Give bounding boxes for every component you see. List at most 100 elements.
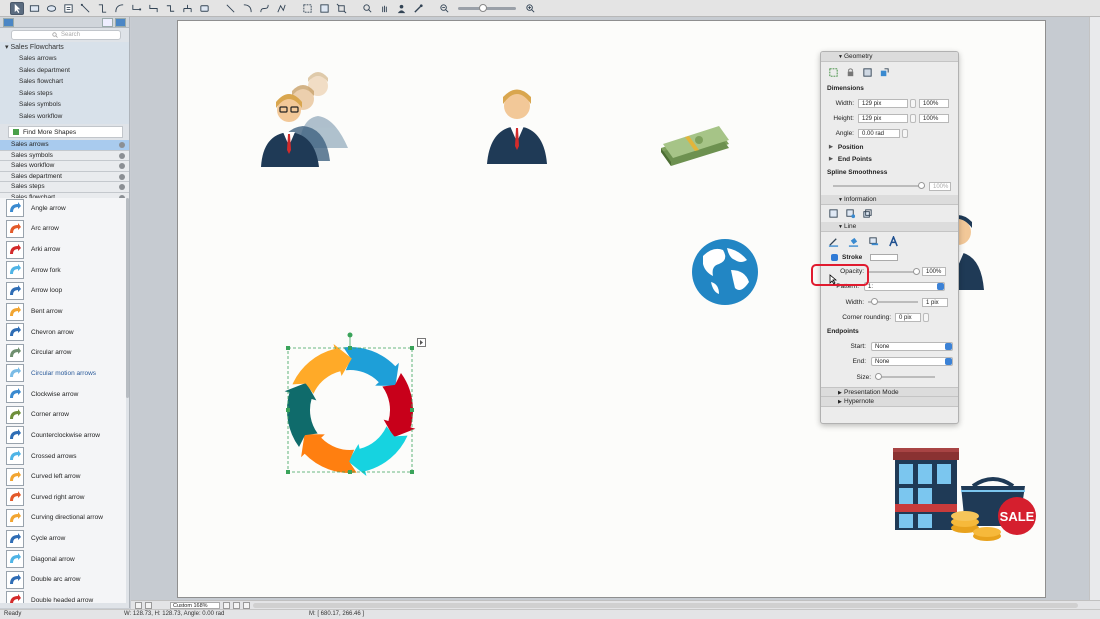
shape-item[interactable]: Crossed arrows — [0, 446, 126, 467]
line-width-slider[interactable] — [868, 298, 918, 305]
action-menu-icon[interactable] — [417, 338, 426, 347]
shape-item[interactable]: Circular motion arrows — [0, 363, 126, 384]
close-library-icon[interactable] — [119, 163, 125, 169]
fill-bucket-icon[interactable] — [847, 235, 860, 248]
bezier-tool-button[interactable] — [257, 2, 271, 15]
height-percent-input[interactable]: 100% — [919, 114, 949, 123]
endpoint-size-slider-knob[interactable] — [875, 373, 882, 380]
library-tab[interactable]: Sales department — [0, 171, 129, 182]
resize-handle[interactable] — [286, 346, 290, 350]
line-section-header[interactable]: ▼ Line — [821, 222, 958, 232]
library-search-input[interactable]: Search — [11, 30, 121, 40]
corner-rounding-stepper[interactable] — [923, 313, 929, 322]
text-tool-button[interactable] — [61, 2, 75, 15]
horizontal-scrollbar[interactable] — [253, 602, 1078, 608]
angle-stepper[interactable] — [902, 129, 908, 138]
tree-item[interactable]: Sales workflow — [0, 111, 129, 123]
shape-item[interactable]: Corner arrow — [0, 404, 126, 425]
shape-item[interactable]: Double arc arrow — [0, 570, 126, 591]
close-library-icon[interactable] — [119, 142, 125, 148]
page-left-button[interactable] — [135, 601, 142, 609]
shape-item[interactable]: Chevron arrow — [0, 322, 126, 343]
endpoint-size-slider[interactable] — [875, 373, 935, 380]
page-view-button[interactable] — [243, 601, 250, 609]
find-more-shapes-button[interactable]: Find More Shapes — [8, 126, 123, 138]
library-tab[interactable]: Sales steps — [0, 182, 129, 193]
shape-item[interactable]: Clockwise arrow — [0, 384, 126, 405]
shape-item[interactable]: Arki arrow — [0, 239, 126, 260]
zoom-page-button[interactable] — [317, 2, 331, 15]
line-width-slider-knob[interactable] — [871, 298, 878, 305]
end-points-row[interactable]: ▶ End Points — [821, 153, 958, 165]
library-scrollbar[interactable] — [126, 198, 129, 398]
resize-handle[interactable] — [410, 346, 414, 350]
shape-item[interactable]: Cycle arrow — [0, 528, 126, 549]
opacity-slider-knob[interactable] — [913, 267, 920, 275]
pattern-select[interactable]: 1: — [864, 282, 945, 291]
height-input[interactable]: 129 pix — [858, 114, 908, 123]
shape-item[interactable]: Diagonal arrow — [0, 549, 126, 570]
rectangle-tool-button[interactable] — [27, 2, 41, 15]
library-tab[interactable]: Sales symbols — [0, 150, 129, 161]
end-endpoint-select[interactable]: None — [871, 357, 953, 366]
shape-item[interactable]: Double headed arrow — [0, 590, 126, 603]
polyline-tool-button[interactable] — [274, 2, 288, 15]
shape-item[interactable]: Arrow loop — [0, 281, 126, 302]
stroke-checkbox[interactable] — [831, 253, 838, 261]
tree-folder[interactable]: ▾ Sales Flowcharts — [0, 42, 129, 53]
tree-item[interactable]: Sales flowchart — [0, 76, 129, 88]
tree-item[interactable]: Sales steps — [0, 88, 129, 100]
tree-item[interactable]: Sales symbols — [0, 99, 129, 111]
resize-handle[interactable] — [286, 470, 290, 474]
select-tool-button[interactable] — [10, 1, 24, 15]
start-endpoint-select[interactable]: None — [871, 342, 953, 351]
layers-icon[interactable] — [861, 207, 874, 220]
arc-connector-tool-button[interactable] — [112, 2, 126, 15]
bezier-connector-tool-button[interactable] — [129, 2, 143, 15]
size-icon[interactable] — [861, 66, 874, 79]
rounded-connector-tool-button[interactable] — [146, 2, 160, 15]
note-icon[interactable] — [827, 207, 840, 220]
line-style-icon[interactable] — [827, 235, 840, 248]
angle-input[interactable]: 0.00 rad — [858, 129, 900, 138]
page-view-button[interactable] — [233, 601, 240, 609]
width-stepper[interactable] — [910, 99, 916, 108]
shape-item[interactable]: Curved right arrow — [0, 487, 126, 508]
shape-item[interactable]: Curved left arrow — [0, 466, 126, 487]
arc-tool-button[interactable] — [240, 2, 254, 15]
page-right-button[interactable] — [145, 601, 152, 609]
connector-tool-button[interactable] — [78, 2, 92, 15]
resize-handle[interactable] — [348, 346, 352, 350]
shape-item[interactable]: Arrow fork — [0, 260, 126, 281]
tree-connector-tool-button[interactable] — [180, 2, 194, 15]
money-stack-icon[interactable] — [659, 126, 731, 168]
shape-item[interactable]: Bent arrow — [0, 301, 126, 322]
position-row[interactable]: ▶ Position — [821, 141, 958, 153]
corner-rounding-input[interactable]: 0 pix — [895, 313, 921, 322]
width-percent-input[interactable]: 100% — [919, 99, 949, 108]
hypernote-header[interactable]: ▶ Hypernote — [821, 397, 958, 407]
library-tab[interactable]: Sales arrows — [0, 140, 129, 151]
shape-item[interactable]: Circular arrow — [0, 342, 126, 363]
resize-handle[interactable] — [410, 470, 414, 474]
resize-handle[interactable] — [286, 408, 290, 412]
information-section-header[interactable]: ▼ Information — [821, 195, 958, 205]
stroke-color-well[interactable] — [870, 253, 899, 261]
shadow-icon[interactable] — [867, 235, 880, 248]
spline-slider[interactable] — [833, 182, 925, 189]
library-tab[interactable]: Sales workflow — [0, 161, 129, 172]
height-stepper[interactable] — [910, 114, 916, 123]
geometry-section-header[interactable]: ▼ Geometry — [821, 52, 958, 62]
pan-button[interactable] — [377, 2, 391, 15]
close-library-icon[interactable] — [119, 173, 125, 180]
zoom-slider-knob[interactable] — [479, 3, 487, 12]
grid-view-tab[interactable] — [102, 17, 113, 27]
ellipse-tool-button[interactable] — [44, 2, 58, 15]
presentation-mode-header[interactable]: ▶ Presentation Mode — [821, 387, 958, 397]
opacity-slider[interactable] — [868, 267, 920, 275]
transform-icon[interactable] — [878, 66, 891, 79]
zoom-selection-button[interactable] — [334, 2, 348, 15]
circular-motion-arrows-shape[interactable] — [281, 330, 421, 480]
search-zoom-button[interactable] — [360, 2, 374, 15]
eyedropper-button[interactable] — [411, 2, 425, 15]
